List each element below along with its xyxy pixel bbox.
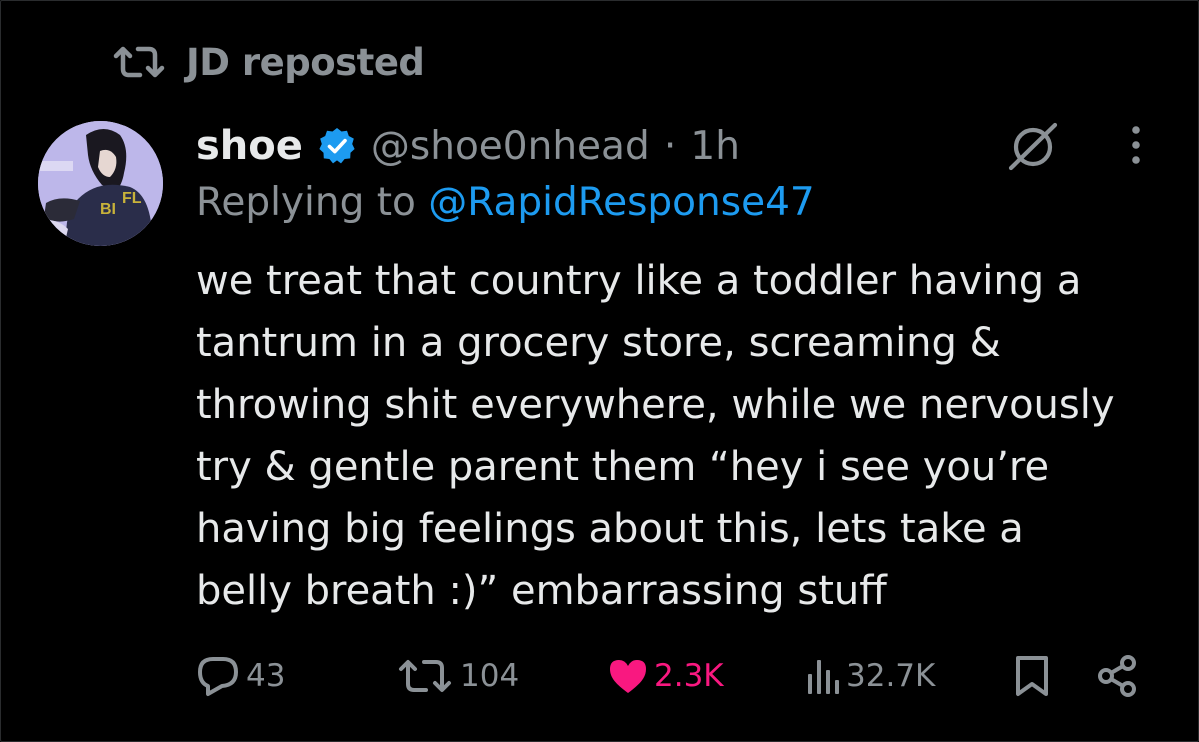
views-chart-icon	[806, 656, 840, 696]
like-count: 2.3K	[654, 658, 724, 694]
grok-button[interactable]	[1005, 120, 1061, 172]
reply-count: 43	[246, 658, 286, 694]
repost-count: 104	[460, 658, 520, 694]
heart-filled-icon	[608, 657, 648, 695]
repost-indicator[interactable]: JD reposted	[112, 38, 425, 86]
action-bar: 43 104 2.3K 32.7K	[196, 648, 1146, 704]
author-name[interactable]: shoe	[196, 123, 303, 169]
more-vertical-icon	[1124, 124, 1148, 168]
share-icon	[1096, 654, 1140, 698]
replying-to-mention[interactable]: @RapidResponse47	[428, 180, 814, 225]
separator-dot: ·	[663, 123, 677, 169]
share-button[interactable]	[1096, 648, 1140, 704]
reply-icon	[196, 655, 240, 697]
svg-text:BI: BI	[100, 201, 116, 218]
views-button[interactable]: 32.7K	[806, 648, 935, 704]
replying-prefix: Replying to	[196, 180, 429, 225]
svg-text:FL: FL	[122, 190, 142, 207]
repost-button[interactable]: 104	[396, 648, 519, 704]
more-options-button[interactable]	[1124, 124, 1148, 168]
author-handle[interactable]: @shoe0nhead	[371, 124, 650, 169]
avatar[interactable]: BI FL	[38, 121, 163, 246]
repost-label: JD reposted	[186, 40, 425, 84]
bookmark-button[interactable]	[1014, 648, 1050, 704]
views-count: 32.7K	[846, 658, 936, 694]
verified-badge-icon[interactable]	[317, 126, 357, 166]
reply-button[interactable]: 43	[196, 648, 285, 704]
like-button[interactable]: 2.3K	[608, 648, 724, 704]
post-text: we treat that country like a toddler hav…	[196, 258, 1115, 614]
replying-to: Replying to @RapidResponse47	[196, 180, 815, 225]
bookmark-icon	[1014, 654, 1050, 698]
post-time[interactable]: 1h	[690, 124, 740, 169]
grok-icon	[1005, 120, 1061, 172]
repost-icon	[112, 45, 166, 79]
repost-action-icon	[396, 657, 454, 695]
post-header: shoe @shoe0nhead · 1h	[196, 118, 740, 174]
